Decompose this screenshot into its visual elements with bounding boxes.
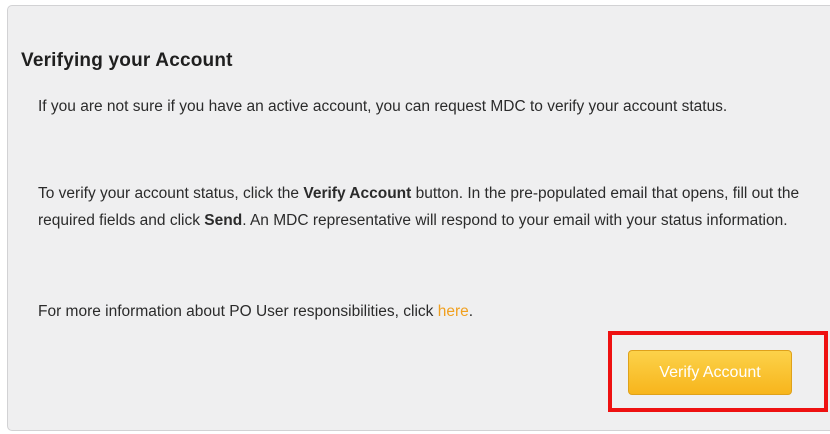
more-info-period: . [468, 303, 474, 320]
verify-account-panel: Verifying your Account If you are not su… [7, 5, 830, 431]
here-link[interactable]: here [438, 303, 469, 320]
intro-paragraph: If you are not sure if you have an activ… [38, 98, 728, 115]
instructions-text-1: To verify your account status, click the [38, 185, 304, 202]
instructions-paragraph: To verify your account status, click the… [38, 180, 823, 234]
more-info-paragraph: For more information about PO User respo… [38, 298, 823, 325]
verify-account-button[interactable]: Verify Account [628, 350, 792, 395]
panel-title: Verifying your Account [21, 50, 233, 71]
instructions-verify-account-term: Verify Account [303, 185, 412, 202]
instructions-send-term: Send [204, 212, 243, 229]
more-info-text: For more information about PO User respo… [38, 303, 438, 320]
instructions-text-3: . An MDC representative will respond to … [242, 212, 788, 229]
